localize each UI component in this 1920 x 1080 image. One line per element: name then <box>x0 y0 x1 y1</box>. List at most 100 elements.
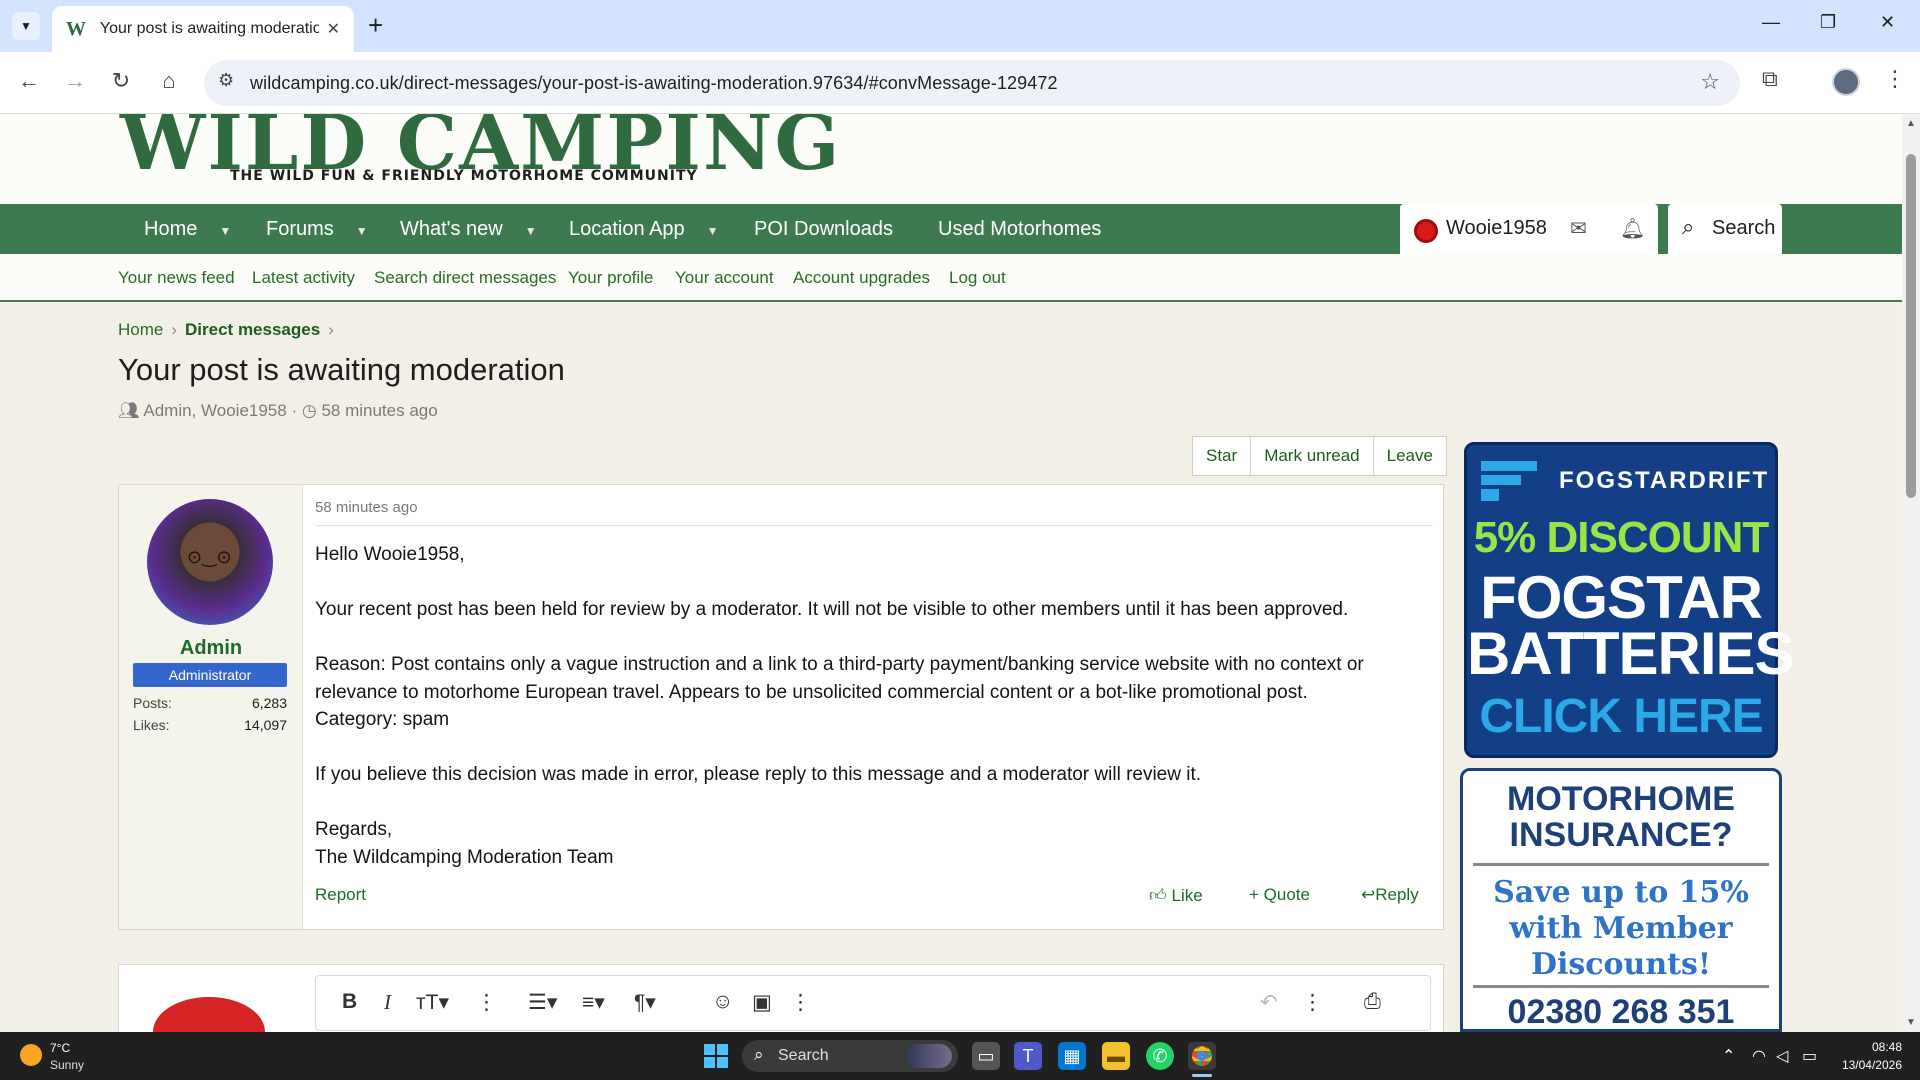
mark-unread-button[interactable]: Mark unread <box>1251 437 1374 475</box>
tab-search-dropdown[interactable]: ▼ <box>12 12 40 40</box>
profile-avatar-icon[interactable] <box>1832 68 1860 96</box>
message-time[interactable]: 58 minutes ago <box>315 499 418 516</box>
site-favicon-icon: W <box>66 17 86 40</box>
back-icon[interactable]: ← <box>14 68 44 94</box>
subnav-your-profile[interactable]: Your profile <box>568 268 653 288</box>
extensions-icon[interactable]: ⧉ <box>1762 66 1778 92</box>
bell-icon[interactable]: 🔔︎ <box>1620 216 1645 241</box>
browser-tab-active[interactable]: W Your post is awaiting moderatio ✕ <box>52 6 354 52</box>
caret-down-icon[interactable]: ▼ <box>707 224 719 238</box>
subnav-news-feed[interactable]: Your news feed <box>118 268 235 288</box>
chrome-icon[interactable] <box>1188 1042 1216 1070</box>
restore-window-icon[interactable]: ❐ <box>1820 12 1836 33</box>
bookmark-star-icon[interactable]: ☆ <box>1700 69 1720 95</box>
user-account-tab[interactable]: Wooie1958 ✉ 🔔︎ <box>1400 204 1658 254</box>
author-name[interactable]: Admin <box>119 637 303 660</box>
clock-time[interactable]: 08:48 <box>1860 1040 1902 1054</box>
subnav-account-upgrades[interactable]: Account upgrades <box>793 268 930 288</box>
report-link[interactable]: Report <box>315 885 366 905</box>
reload-icon[interactable]: ↻ <box>106 68 136 94</box>
home-icon[interactable]: ⌂ <box>154 68 184 94</box>
star-button[interactable]: Star <box>1193 437 1252 475</box>
battery-icon[interactable]: ▭ <box>1802 1046 1817 1066</box>
nav-label: Location App <box>569 218 685 240</box>
site-info-icon[interactable]: ⚙ <box>218 70 234 91</box>
search-highlight-image <box>906 1044 952 1068</box>
list-icon[interactable]: ☰▾ <box>528 990 557 1015</box>
windows-start-icon[interactable] <box>704 1044 728 1068</box>
subnav-your-account[interactable]: Your account <box>675 268 774 288</box>
teams-icon[interactable]: T <box>1014 1042 1042 1070</box>
sun-icon[interactable] <box>20 1044 42 1066</box>
file-explorer-icon[interactable]: ▬ <box>1102 1042 1130 1070</box>
more-options-icon[interactable]: ⋮ <box>790 990 811 1015</box>
text-size-icon[interactable]: тT▾ <box>416 990 449 1015</box>
nav-item-location-app[interactable]: Location App ▼ <box>569 204 719 254</box>
breadcrumb-home[interactable]: Home <box>118 320 163 339</box>
whatsapp-icon[interactable]: ✆ <box>1146 1042 1174 1070</box>
caret-down-icon[interactable]: ▼ <box>219 224 231 238</box>
italic-icon[interactable]: I <box>384 990 391 1015</box>
scroll-down-icon[interactable]: ▼ <box>1906 1017 1916 1028</box>
fogstar-ad-banner[interactable]: FOGSTARDRIFT 5% DISCOUNT FOGSTAR BATTERI… <box>1464 442 1795 758</box>
subnav-latest-activity[interactable]: Latest activity <box>252 268 355 288</box>
nav-item-whats-new[interactable]: What's new ▼ <box>400 204 537 254</box>
bold-icon[interactable]: B <box>342 990 357 1014</box>
more-options-icon[interactable]: ⋮ <box>476 990 497 1015</box>
new-tab-button[interactable]: + <box>368 10 383 40</box>
caret-down-icon[interactable]: ▼ <box>356 224 368 238</box>
page-scrollbar[interactable]: ▲ ▼ <box>1902 114 1920 1032</box>
subnav-search-direct-messages[interactable]: Search direct messages <box>374 268 556 288</box>
reply-button[interactable]: ↩Reply <box>1361 885 1419 905</box>
emoji-icon[interactable]: ☺ <box>712 990 733 1014</box>
store-icon[interactable]: ▦ <box>1058 1042 1086 1070</box>
user-avatar[interactable] <box>1414 219 1438 243</box>
leave-button[interactable]: Leave <box>1374 437 1446 475</box>
reply-label: Reply <box>1375 885 1419 904</box>
breadcrumb-direct-messages[interactable]: Direct messages <box>185 320 320 339</box>
scroll-up-icon[interactable]: ▲ <box>1906 118 1916 129</box>
undo-icon[interactable]: ↶ <box>1260 990 1278 1015</box>
taskbar-search-label: Search <box>778 1047 829 1064</box>
wifi-icon[interactable]: ◠ <box>1752 1046 1766 1066</box>
scrollbar-thumb[interactable] <box>1906 154 1916 498</box>
message-reason: Reason: Post contains only a vague instr… <box>315 654 1364 703</box>
inbox-icon[interactable]: ✉ <box>1570 216 1587 241</box>
chevron-up-icon[interactable]: ⌃ <box>1722 1046 1735 1066</box>
nav-item-home[interactable]: Home ▼ <box>144 204 231 254</box>
insurance-ad-banner[interactable]: MOTORHOME INSURANCE? Save up to 15% with … <box>1460 768 1782 1032</box>
nav-item-forums[interactable]: Forums ▼ <box>266 204 368 254</box>
search-button[interactable]: ⌕ Search <box>1668 204 1782 254</box>
preview-icon[interactable]: ⎙ <box>1364 990 1381 1014</box>
browser-menu-icon[interactable]: ⋮ <box>1884 66 1906 92</box>
like-button[interactable]: 👍︎ Like <box>1149 885 1203 906</box>
close-window-icon[interactable]: ✕ <box>1880 12 1895 33</box>
taskbar-search[interactable]: ⌕ Search <box>742 1040 958 1072</box>
nav-item-used-motorhomes[interactable]: Used Motorhomes <box>938 204 1101 254</box>
align-icon[interactable]: ≡▾ <box>582 990 605 1015</box>
ad-cta: CLICK HERE <box>1479 690 1763 743</box>
weather-temp[interactable]: 7°C <box>50 1041 70 1055</box>
more-options-icon[interactable]: ⋮ <box>1302 990 1323 1015</box>
paragraph-icon[interactable]: ¶▾ <box>634 990 656 1015</box>
address-bar[interactable]: ⚙ wildcamping.co.uk/direct-messages/your… <box>204 60 1740 106</box>
task-view-icon[interactable]: ▭ <box>972 1042 1000 1070</box>
image-icon[interactable]: ▣ <box>752 990 772 1015</box>
minimize-window-icon[interactable]: — <box>1762 12 1780 33</box>
nav-item-poi-downloads[interactable]: POI Downloads <box>754 204 893 254</box>
participants-list[interactable]: Admin, Wooie1958 <box>143 401 286 420</box>
quote-button[interactable]: + Quote <box>1249 885 1310 905</box>
author-avatar[interactable]: ⊙‿⊙ <box>147 499 273 625</box>
chevron-right-icon: › <box>328 320 334 339</box>
volume-icon[interactable]: ◁ <box>1776 1046 1788 1066</box>
message-post: ⊙‿⊙ Admin Administrator Posts: 6,283 Like… <box>118 484 1444 930</box>
close-tab-icon[interactable]: ✕ <box>327 19 340 39</box>
username-label[interactable]: Wooie1958 <box>1446 217 1547 240</box>
clock-date[interactable]: 13/04/2026 <box>1836 1058 1902 1072</box>
ad-offer: Save up to 15% with Member Discounts! <box>1463 875 1779 983</box>
subnav-log-out[interactable]: Log out <box>949 268 1006 288</box>
caret-down-icon[interactable]: ▼ <box>525 224 537 238</box>
forward-icon[interactable]: → <box>60 68 90 94</box>
weather-condition[interactable]: Sunny <box>50 1058 84 1072</box>
avatar-photo <box>153 997 265 1032</box>
